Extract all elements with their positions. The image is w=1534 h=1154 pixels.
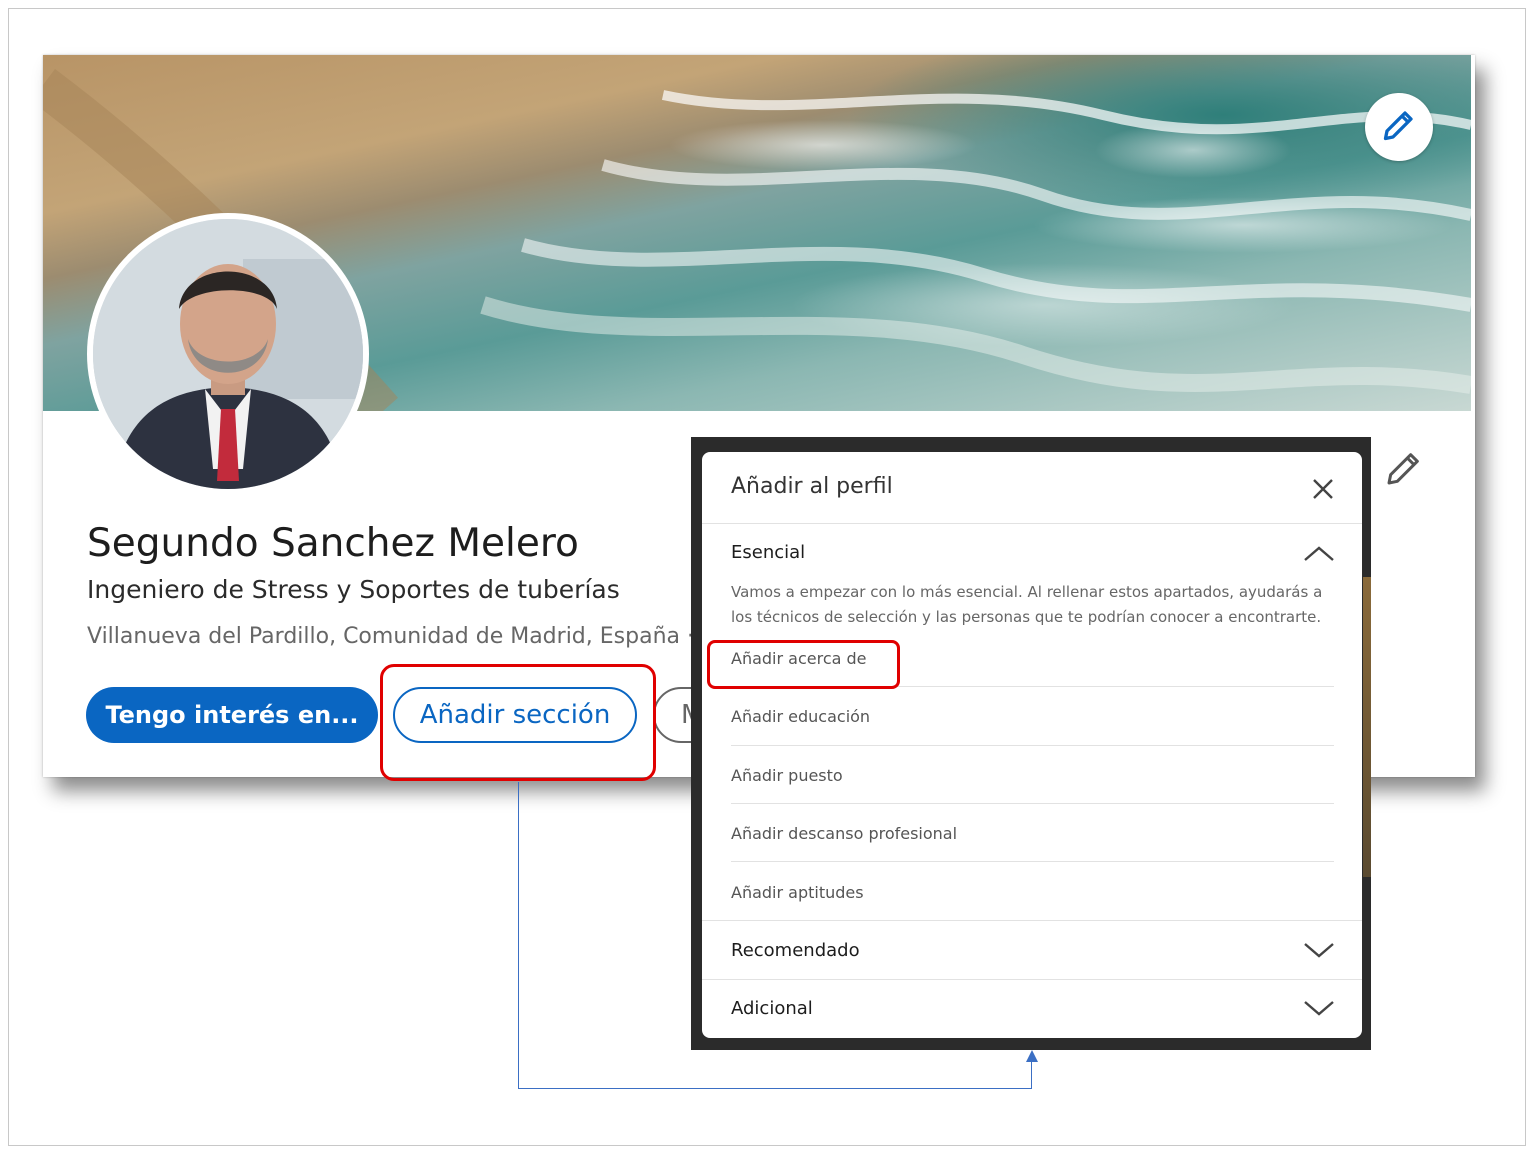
avatar-photo [93, 219, 363, 489]
close-button[interactable] [1308, 476, 1338, 506]
profile-avatar[interactable] [87, 213, 369, 495]
section-header-recommended[interactable]: Recomendado [731, 940, 860, 961]
chevron-up-icon[interactable] [1302, 544, 1336, 564]
connector-line [518, 782, 519, 1089]
menu-item-add-education[interactable]: Añadir educación [731, 707, 870, 726]
add-section-highlight [380, 664, 656, 781]
section-header-essential[interactable]: Esencial [731, 542, 805, 563]
close-icon [1312, 478, 1334, 504]
add-about-highlight [707, 640, 900, 689]
edit-intro-button[interactable] [1381, 447, 1427, 493]
pencil-icon [1384, 448, 1424, 492]
open-to-button[interactable]: Tengo interés en... [86, 687, 378, 743]
profile-name: Segundo Sanchez Melero [87, 521, 579, 566]
connector-line [518, 1088, 1032, 1089]
profile-location: Villanueva del Pardillo, Comunidad de Ma… [87, 624, 694, 649]
connector-line [1031, 1058, 1032, 1089]
dialog-title: Añadir al perfil [731, 474, 893, 499]
section-header-additional[interactable]: Adicional [731, 998, 813, 1019]
chevron-down-icon[interactable] [1302, 998, 1336, 1018]
section-description: Vamos a empezar con lo más esencial. Al … [731, 583, 1323, 626]
dialog-screenshot: Añadir al perfil Esencial Vamos a empeza… [691, 437, 1371, 1050]
chevron-down-icon[interactable] [1302, 940, 1336, 960]
menu-item-add-skills[interactable]: Añadir aptitudes [731, 883, 864, 902]
profile-headline: Ingeniero de Stress y Soportes de tuberí… [87, 575, 620, 604]
add-to-profile-dialog: Añadir al perfil Esencial Vamos a empeza… [702, 452, 1362, 1038]
menu-item-add-position[interactable]: Añadir puesto [731, 766, 843, 785]
menu-item-add-career-break[interactable]: Añadir descanso profesional [731, 824, 957, 843]
connector-arrow-icon [1026, 1050, 1038, 1062]
pencil-icon [1381, 107, 1417, 147]
edit-banner-button[interactable] [1365, 93, 1433, 161]
